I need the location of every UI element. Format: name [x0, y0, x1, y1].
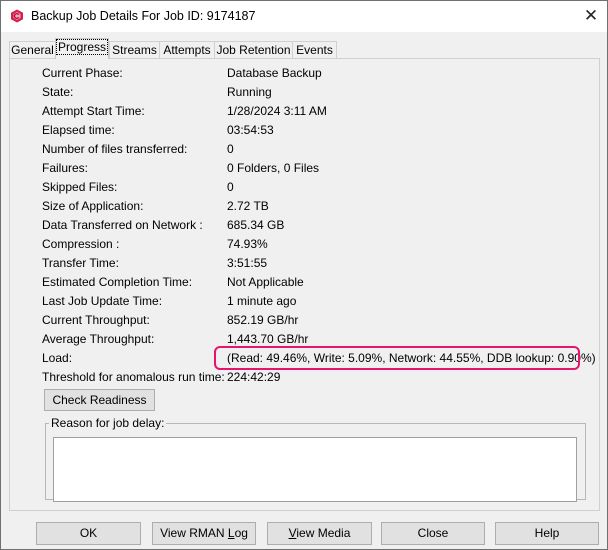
ok-button[interactable]: OK: [36, 522, 141, 545]
field-value: Database Backup: [227, 66, 322, 80]
field-label: State:: [42, 85, 74, 99]
field-label: Current Throughput:: [42, 313, 150, 327]
field-label: Skipped Files:: [42, 180, 118, 194]
tab-streams[interactable]: Streams: [109, 41, 160, 59]
field-label: Number of files transferred:: [42, 142, 188, 156]
field-label: Compression :: [42, 237, 120, 251]
field-label: Estimated Completion Time:: [42, 275, 193, 289]
field-value: 0 Folders, 0 Files: [227, 161, 320, 175]
field-value: 1/28/2024 3:11 AM: [227, 104, 327, 118]
field-label: Threshold for anomalous run time:: [42, 370, 225, 384]
tab-label: General: [11, 43, 54, 57]
title-bar: Backup Job Details For Job ID: 9174187 ✕: [1, 1, 607, 32]
field-value: 224:42:29: [227, 370, 281, 384]
view-rman-log-button[interactable]: View RMAN Log: [152, 522, 256, 545]
close-icon[interactable]: ✕: [579, 5, 603, 27]
help-button[interactable]: Help: [495, 522, 599, 545]
field-label: Data Transferred on Network :: [42, 218, 203, 232]
reason-for-job-delay-label: Reason for job delay:: [49, 416, 167, 430]
window-title: Backup Job Details For Job ID: 9174187: [31, 9, 256, 23]
field-label: Transfer Time:: [42, 256, 119, 270]
field-value: 03:54:53: [227, 123, 274, 137]
reason-for-job-delay-textarea[interactable]: [53, 437, 577, 502]
field-value: 1,443.70 GB/hr: [227, 332, 309, 346]
field-label: Elapsed time:: [42, 123, 115, 137]
field-label: Average Throughput:: [42, 332, 155, 346]
field-value: 685.34 GB: [227, 218, 285, 232]
load-highlight-box: [214, 346, 580, 370]
mnemonic: L: [227, 526, 235, 540]
check-readiness-button[interactable]: Check Readiness: [44, 389, 155, 411]
field-label: Attempt Start Time:: [42, 104, 145, 118]
field-label: Current Phase:: [42, 66, 123, 80]
field-value: 74.93%: [227, 237, 268, 251]
field-value: 0: [227, 142, 234, 156]
backup-job-details-dialog: Backup Job Details For Job ID: 9174187 ✕…: [0, 0, 608, 550]
tab-events[interactable]: Events: [292, 41, 337, 59]
close-button[interactable]: Close: [381, 522, 485, 545]
field-value: 3:51:55: [227, 256, 268, 270]
field-value: 2.72 TB: [227, 199, 269, 213]
field-label: Size of Application:: [42, 199, 144, 213]
tab-progress[interactable]: Progress: [55, 38, 109, 59]
field-value: Running: [227, 85, 272, 99]
button-label: og: [234, 526, 248, 540]
field-value: 852.19 GB/hr: [227, 313, 299, 327]
field-label: Failures:: [42, 161, 89, 175]
tab-label: Events: [296, 43, 333, 57]
tab-job-retention[interactable]: Job Retention: [214, 41, 293, 59]
tab-attempts[interactable]: Attempts: [159, 41, 215, 59]
button-label: iew Media: [296, 526, 351, 540]
field-label: Load:: [42, 351, 73, 365]
view-media-button[interactable]: View Media: [267, 522, 372, 545]
tab-label: Job Retention: [216, 43, 291, 57]
field-label: Last Job Update Time:: [42, 294, 163, 308]
field-value: Not Applicable: [227, 275, 304, 289]
commvault-app-icon: [11, 9, 23, 23]
tab-label: Progress: [56, 39, 109, 55]
field-value: 0: [227, 180, 234, 194]
tab-label: Attempts: [163, 43, 211, 57]
tab-label: Streams: [112, 43, 157, 57]
button-label: View RMAN: [160, 526, 228, 540]
tab-general[interactable]: General: [9, 41, 56, 59]
field-value: 1 minute ago: [227, 294, 297, 308]
